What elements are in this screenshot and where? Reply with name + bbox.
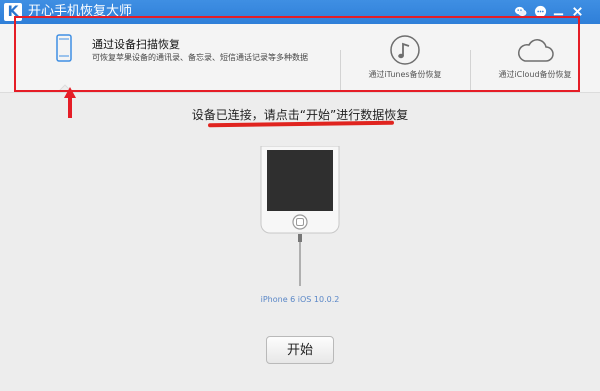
connection-status-message: 设备已连接，请点击“开始”进行数据恢复 — [191, 108, 409, 122]
start-button[interactable]: 开始 — [266, 336, 334, 364]
device-name: iPhone 6 iOS 10.0.2 — [260, 295, 340, 304]
annotation-highlight-box — [14, 16, 580, 92]
iphone-device-illustration — [260, 146, 340, 286]
